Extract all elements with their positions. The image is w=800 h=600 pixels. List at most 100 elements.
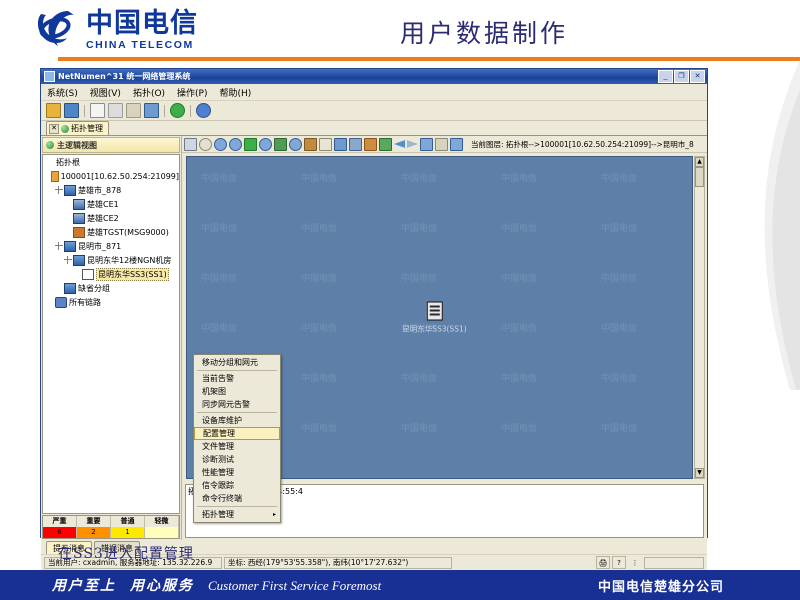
alarm-count-cell: 6 [43, 527, 77, 538]
slogan-cn-1: 用户至上 [52, 578, 116, 594]
grid-icon[interactable] [364, 137, 377, 151]
alarm-table-row: 621 [43, 527, 179, 538]
menu-operation[interactable]: 操作(P) [177, 86, 207, 99]
context-menu-item[interactable]: 机架图 [194, 385, 280, 398]
alarm-header-cell: 轻微 [145, 516, 179, 527]
slogan-en: Customer First Service Foremost [208, 578, 382, 593]
link-icon[interactable] [304, 137, 317, 151]
tree-node-label: 昆明东华12楼NGN机房 [87, 255, 172, 265]
canvas-watermark: 中国电信 [401, 374, 438, 384]
context-menu-item[interactable]: 当前告警 [194, 372, 280, 385]
search-icon[interactable] [289, 137, 302, 151]
tree-expander-icon[interactable] [64, 256, 72, 264]
cut-icon[interactable] [126, 103, 141, 118]
forward-arrow-icon[interactable] [407, 140, 418, 148]
group-icon [73, 254, 85, 266]
globe-icon [46, 141, 54, 149]
menu-topology[interactable]: 拓扑(O) [133, 86, 165, 99]
lock-icon[interactable] [46, 103, 61, 118]
tree-node-label: 楚雄市_878 [78, 185, 122, 195]
tree-node[interactable]: 楚雄CE1 [43, 197, 179, 211]
tree-node[interactable]: 昆明东华SS3(SS1) [43, 267, 179, 281]
save-icon[interactable] [334, 137, 347, 151]
user-icon[interactable] [64, 103, 79, 118]
frame-icon[interactable] [319, 137, 332, 151]
alarm-count-cell: 1 [111, 527, 145, 538]
context-menu-item[interactable]: 同步网元告警 [194, 398, 280, 411]
toolbar-separator-2 [164, 104, 165, 117]
group-icon [64, 184, 76, 196]
tab-topology-management[interactable]: ✕ 拓扑管理 [46, 121, 109, 135]
scroll-down-arrow[interactable]: ▼ [695, 468, 704, 478]
undo-icon[interactable] [199, 137, 212, 151]
help-icon[interactable]: ? [612, 556, 626, 569]
back-arrow-icon[interactable] [394, 140, 405, 148]
home-icon[interactable] [244, 137, 257, 151]
context-menu-item[interactable]: 拓扑管理 ▸ [194, 508, 280, 521]
refresh-icon[interactable] [170, 103, 185, 118]
layout-icon[interactable] [450, 137, 463, 151]
tree-node[interactable]: 100001[10.62.50.254:21099] [43, 169, 179, 183]
fit-icon[interactable] [274, 137, 287, 151]
canvas-watermark: 中国电信 [301, 274, 338, 284]
zoom-in-icon[interactable] [229, 137, 242, 151]
tree-node[interactable]: 所有链路 [43, 295, 179, 309]
tree-node[interactable]: 楚雄TGST(MSG9000) [43, 225, 179, 239]
tree-node[interactable]: 楚雄CE2 [43, 211, 179, 225]
context-menu-item[interactable]: 文件管理 [194, 440, 280, 453]
menu-view[interactable]: 视图(V) [90, 86, 121, 99]
magnifier-icon[interactable] [259, 137, 272, 151]
tree-node[interactable]: 缺省分组 [43, 281, 179, 295]
refresh-icon[interactable] [420, 137, 433, 151]
printer-icon[interactable]: 🖨 [596, 556, 610, 569]
tree-node-label: 缺省分组 [78, 283, 110, 293]
context-menu-item[interactable]: 性能管理 [194, 466, 280, 479]
context-menu-item[interactable]: 移动分组和网元 [194, 356, 280, 369]
paste-icon[interactable] [144, 103, 159, 118]
context-menu-item[interactable]: 信令跟踪 [194, 479, 280, 492]
copy-icon[interactable] [108, 103, 123, 118]
tree-node[interactable]: 楚雄市_878 [43, 183, 179, 197]
tree-node[interactable]: 昆明市_871 [43, 239, 179, 253]
page-title: 用户数据制作 [400, 19, 569, 48]
menu-help[interactable]: 帮助(H) [220, 86, 252, 99]
context-menu-item[interactable]: 配置管理 [194, 427, 280, 440]
canvas-watermark: 中国电信 [501, 274, 538, 284]
context-menu-separator [197, 412, 277, 413]
minimize-button[interactable]: _ [658, 70, 673, 83]
resize-grip-icon[interactable]: ⋮ [628, 556, 642, 569]
select-arrow-icon[interactable] [184, 137, 197, 151]
canvas-vertical-scrollbar[interactable]: ▲ ▼ [694, 156, 705, 479]
tree-expander-icon[interactable] [55, 242, 63, 250]
canvas-watermark: 中国电信 [201, 274, 238, 284]
alarm-count-cell [145, 527, 179, 538]
topology-tree-pane: 主逻辑视图 拓扑根 100001[10.62.50.254:21099] 楚雄市_8… [41, 136, 182, 540]
application-window: NetNumen^31 统一网络管理系统 _ ❐ ✕ 系统(S) 视图(V) 拓… [40, 68, 708, 570]
toolbar-separator-3 [190, 104, 191, 117]
close-icon[interactable]: ✕ [49, 123, 59, 134]
close-button[interactable]: ✕ [690, 70, 705, 83]
find-icon[interactable] [349, 137, 362, 151]
context-menu-item[interactable]: 诊断测试 [194, 453, 280, 466]
restore-button[interactable]: ❐ [674, 70, 689, 83]
new-icon[interactable] [90, 103, 105, 118]
globe-icon[interactable] [196, 103, 211, 118]
logo-text-english: CHINA TELECOM [86, 38, 194, 51]
scroll-up-arrow[interactable]: ▲ [695, 157, 704, 167]
alarm-table-header: 严重 重要 普通 轻微 [43, 516, 179, 527]
tree-node[interactable]: 昆明东华12楼NGN机房 [43, 253, 179, 267]
tree-node[interactable]: 拓扑根 [43, 155, 179, 169]
scrollbar-thumb[interactable] [695, 167, 704, 187]
topology-tree[interactable]: 拓扑根 100001[10.62.50.254:21099] 楚雄市_878 楚雄CE… [42, 154, 180, 514]
app-icon [44, 71, 55, 82]
context-menu-item[interactable]: 设备库维护 [194, 414, 280, 427]
context-menu-item[interactable]: 命令行终端 [194, 492, 280, 505]
menu-system[interactable]: 系统(S) [47, 86, 78, 99]
network-element-node[interactable]: 昆明东华SS3(SS1) [402, 301, 467, 334]
tree-expander-icon[interactable] [55, 186, 63, 194]
context-menu[interactable]: 移动分组和网元 当前告警 机架图 同步网元告警 设备库维护 配置管理 文件管理 诊断测试 性能管… [193, 354, 281, 523]
table-icon[interactable] [435, 137, 448, 151]
link-icon [55, 296, 67, 308]
export-icon[interactable] [379, 137, 392, 151]
zoom-out-icon[interactable] [214, 137, 227, 151]
